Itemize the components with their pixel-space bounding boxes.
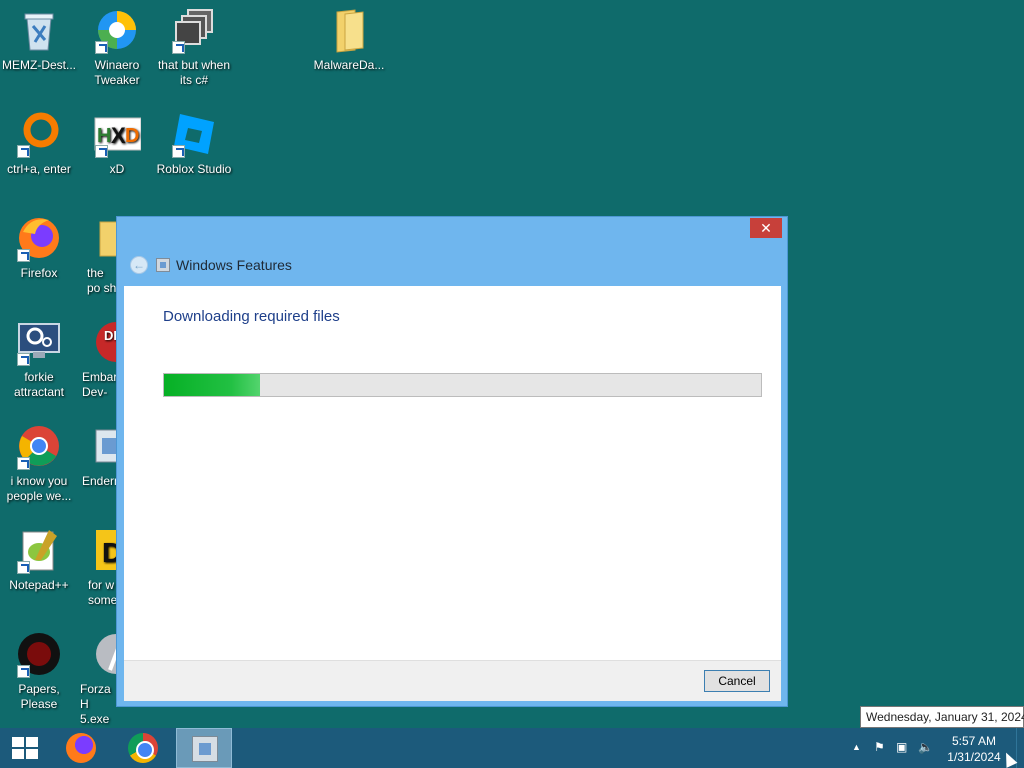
firefox-icon bbox=[66, 733, 96, 763]
desktop-icon-for-w[interactable]: D for w some bbox=[78, 520, 118, 608]
desktop-icon-label: i know you people we... bbox=[6, 474, 72, 503]
desktop-icon-papers-please[interactable]: Papers, Please bbox=[0, 624, 78, 712]
date-tooltip: Wednesday, January 31, 2024 bbox=[860, 706, 1024, 728]
windows-features-icon bbox=[192, 736, 218, 762]
dialog-content: Downloading required files bbox=[124, 286, 781, 660]
network-icon[interactable]: ▣ bbox=[896, 740, 907, 754]
desktop-icon-xd[interactable]: HXD xD bbox=[78, 104, 156, 177]
dialog-title: Windows Features bbox=[176, 257, 292, 273]
desktop-icon-notepadpp[interactable]: Notepad++ bbox=[0, 520, 78, 593]
status-heading: Downloading required files bbox=[163, 308, 340, 325]
desktop-icon-roblox-studio[interactable]: Roblox Studio bbox=[155, 104, 233, 177]
shortcut-arrow-icon bbox=[17, 145, 30, 158]
orange-ring-icon bbox=[15, 110, 63, 158]
dialog-footer: Cancel bbox=[124, 660, 781, 701]
desktop-icon-label: MalwareDa... bbox=[313, 58, 385, 72]
cancel-button[interactable]: Cancel bbox=[704, 670, 770, 692]
notepadpp-icon bbox=[15, 526, 63, 574]
desktop-icon-label: Firefox bbox=[20, 266, 58, 280]
desktop-icon-chrome[interactable]: i know you people we... bbox=[0, 416, 78, 504]
window-icon bbox=[92, 422, 118, 470]
desktop-icon-label: Enderm bbox=[82, 474, 118, 488]
chrome-icon bbox=[15, 422, 63, 470]
shortcut-arrow-icon bbox=[17, 561, 30, 574]
desktop-icon-label: the po sh bbox=[87, 266, 117, 295]
system-tray: ▲ ⚑ ▣ 🔈 5:57 AM 1/31/2024 bbox=[824, 728, 1024, 768]
desktop-icon-the-po[interactable]: the po sh bbox=[78, 208, 118, 296]
desktop-icon-embar[interactable]: DE Embar Dev- bbox=[78, 312, 118, 400]
hxd-icon: HXD bbox=[93, 110, 142, 158]
desktop-icon-label: Forza H 5.exe bbox=[80, 682, 111, 726]
desktop-icon-that-but-when[interactable]: that but when its c# bbox=[155, 0, 233, 88]
progress-fill bbox=[164, 374, 260, 396]
show-hidden-icons-chevron-icon[interactable]: ▲ bbox=[852, 742, 861, 752]
taskbar-chrome-button[interactable] bbox=[114, 728, 170, 768]
chrome-icon bbox=[128, 733, 158, 763]
desktop-icon-malwareda[interactable]: MalwareDa... bbox=[310, 0, 388, 73]
desktop-icon-forkie-attractant[interactable]: forkie attractant bbox=[0, 312, 78, 400]
back-arrow-icon[interactable]: ← bbox=[130, 256, 148, 274]
red-badge-icon: DE bbox=[92, 318, 118, 366]
shortcut-arrow-icon bbox=[95, 41, 108, 54]
stacked-windows-icon bbox=[170, 6, 218, 54]
volume-muted-icon[interactable]: 🔈 bbox=[918, 740, 933, 754]
shortcut-arrow-icon bbox=[172, 41, 185, 54]
shortcut-arrow-icon bbox=[172, 145, 185, 158]
shortcut-arrow-icon bbox=[95, 145, 108, 158]
download-progress-bar bbox=[163, 373, 762, 397]
taskbar: ▲ ⚑ ▣ 🔈 5:57 AM 1/31/2024 bbox=[0, 728, 1024, 768]
windows-logo-icon bbox=[12, 737, 38, 759]
svg-text:D: D bbox=[125, 125, 139, 147]
monitor-gear-icon bbox=[15, 318, 63, 366]
papers-please-icon bbox=[15, 630, 63, 678]
desktop-icon-label: Papers, Please bbox=[18, 682, 60, 711]
yellow-app-icon: D bbox=[92, 526, 118, 574]
shortcut-arrow-icon bbox=[17, 353, 30, 366]
taskbar-windows-features-button[interactable] bbox=[176, 728, 232, 768]
desktop-icon-label: forkie attractant bbox=[13, 370, 65, 399]
shortcut-arrow-icon bbox=[17, 457, 30, 470]
shortcut-arrow-icon bbox=[17, 249, 30, 262]
clock-date: 1/31/2024 bbox=[947, 750, 1001, 764]
dialog-titlebar: ← Windows Features bbox=[125, 253, 765, 277]
desktop-icon-label: ctrl+a, enter bbox=[7, 162, 71, 176]
clock-time: 5:57 AM bbox=[951, 734, 997, 748]
desktop-icon-memz[interactable]: MEMZ-Dest... bbox=[0, 0, 78, 73]
clock[interactable]: 5:57 AM 1/31/2024 bbox=[946, 733, 1002, 765]
winaero-icon bbox=[93, 6, 141, 54]
desktop-icon-firefox[interactable]: Firefox bbox=[0, 208, 78, 281]
desktop-icon-label: MEMZ-Dest... bbox=[2, 58, 76, 72]
start-button[interactable] bbox=[0, 728, 50, 768]
desktop-icon-enderm[interactable]: Enderm bbox=[78, 416, 118, 489]
close-button[interactable]: ✕ bbox=[750, 218, 782, 238]
desktop-icon-label: Notepad++ bbox=[9, 578, 69, 592]
folder-icon bbox=[325, 6, 373, 54]
windows-features-dialog: ✕ ← Windows Features Downloading require… bbox=[116, 216, 788, 707]
desktop-icon-label: Roblox Studio bbox=[156, 162, 232, 176]
folder-icon bbox=[96, 214, 118, 262]
svg-text:H: H bbox=[97, 125, 111, 147]
desktop-icon-label: Winaero Tweaker bbox=[94, 58, 140, 87]
desktop-icon-forza[interactable]: Forza H 5.exe bbox=[78, 624, 118, 727]
desktop-icon-label: Embar Dev- bbox=[82, 370, 118, 399]
svg-text:X: X bbox=[111, 123, 126, 148]
taskbar-firefox-button[interactable] bbox=[52, 728, 108, 768]
desktop-icon-label: that but when its c# bbox=[157, 58, 231, 87]
action-center-flag-icon[interactable]: ⚑ bbox=[874, 740, 885, 754]
desktop-icon-winaero[interactable]: Winaero Tweaker bbox=[78, 0, 156, 88]
shortcut-arrow-icon bbox=[17, 665, 30, 678]
roblox-studio-icon bbox=[170, 110, 218, 158]
desktop-icon-ctrl-a-enter[interactable]: ctrl+a, enter bbox=[0, 104, 78, 177]
desktop-icon-label: xD bbox=[109, 162, 125, 176]
windows-features-icon bbox=[156, 258, 170, 272]
recycle-bin-icon bbox=[15, 6, 63, 54]
firefox-icon bbox=[15, 214, 63, 262]
forza-icon bbox=[92, 630, 118, 678]
desktop-icon-label: for w some bbox=[88, 578, 118, 607]
